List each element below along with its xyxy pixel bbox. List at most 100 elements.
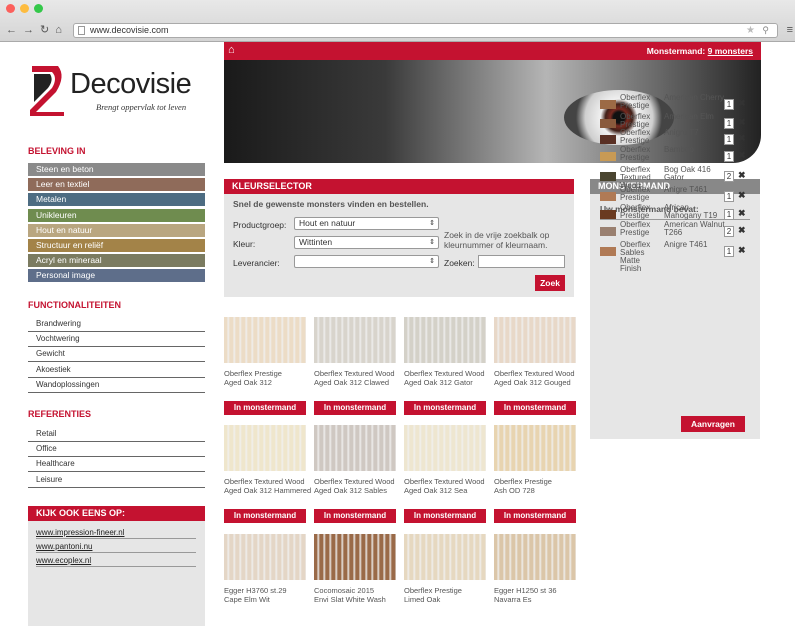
remove-icon[interactable]: ✖ (738, 225, 746, 236)
swatch (600, 100, 616, 109)
add-to-monstermand-button[interactable]: In monstermand (224, 509, 306, 523)
remove-icon[interactable]: ✖ (738, 208, 746, 219)
product-line2: Aged Oak 312 Sables (314, 486, 387, 495)
aanvragen-button[interactable]: Aanvragen (681, 416, 745, 432)
back-arrow-icon[interactable]: ← (6, 25, 17, 36)
forward-arrow-icon[interactable]: → (23, 25, 34, 36)
zoek-button[interactable]: Zoek (535, 275, 565, 291)
add-to-monstermand-button[interactable]: In monstermand (314, 401, 396, 415)
product-line: Oberflex Prestige (620, 145, 651, 162)
magnify-icon[interactable]: ⚲ (762, 24, 769, 37)
category-item[interactable]: Hout en natuur (28, 223, 205, 237)
page-icon (78, 26, 85, 35)
kijk-link[interactable]: www.ecoplex.nl (36, 556, 91, 565)
monstermand-link[interactable]: Monstermand: 9 monsters (647, 46, 753, 56)
quantity-input[interactable]: 1 (724, 191, 734, 202)
category-item[interactable]: Personal image (28, 269, 205, 283)
quantity-input[interactable]: 2 (724, 226, 734, 237)
category-item[interactable]: Metalen (28, 193, 205, 207)
swatch (600, 210, 616, 219)
functionaliteit-item[interactable]: Brandwering (28, 317, 205, 332)
quantity-input[interactable]: 2 (724, 171, 734, 182)
product-swatch[interactable] (314, 425, 396, 471)
category-item[interactable]: Unikleuren (28, 208, 205, 222)
functionaliteit-item[interactable]: Vochtwering (28, 332, 205, 348)
zoeken-input[interactable] (478, 255, 565, 268)
product-line1: Oberflex Textured Wood (494, 369, 575, 378)
category-item[interactable]: Steen en beton (28, 163, 205, 176)
home-icon[interactable]: ⌂ (55, 25, 62, 36)
leverancier-select[interactable]: ⇕ (294, 255, 439, 268)
product-line2: Limed Oak (404, 595, 441, 604)
product-swatch[interactable] (494, 425, 576, 471)
add-to-monstermand-button[interactable]: In monstermand (404, 401, 486, 415)
quantity-input[interactable]: 1 (724, 209, 734, 220)
functionaliteit-item[interactable]: Akoestiek (28, 363, 205, 378)
referentie-item[interactable]: Office (28, 442, 205, 458)
referentie-item[interactable]: Leisure (28, 473, 205, 488)
quantity-input[interactable]: 1 (724, 118, 734, 129)
category-item[interactable]: Acryl en mineraal (28, 254, 205, 268)
productgroep-select[interactable]: Hout en natuur ⇕ (294, 217, 439, 230)
kleur-value: Wittinten (299, 237, 333, 247)
quantity-input[interactable]: 1 (724, 99, 734, 110)
remove-icon[interactable]: ✖ (738, 170, 746, 181)
remove-icon[interactable]: ✖ (738, 98, 746, 109)
product-line2: Envi Slat White Wash (314, 595, 386, 604)
home-icon[interactable]: ⌂ (228, 44, 235, 56)
zoom-window-button[interactable] (34, 4, 43, 13)
product-line1: Oberflex Prestige (404, 586, 462, 595)
remove-icon[interactable]: ✖ (738, 245, 746, 256)
add-to-monstermand-button[interactable]: In monstermand (314, 509, 396, 523)
product-name: Bog Oak 416 Gator (664, 165, 711, 182)
logo-tagline: Brengt oppervlak tot leven (96, 102, 187, 112)
logo[interactable]: Decovisie Brengt oppervlak tot leven (28, 62, 208, 122)
product-swatch[interactable] (224, 317, 306, 363)
product-swatch[interactable] (404, 534, 486, 580)
monstermand-count[interactable]: 9 monsters (708, 46, 753, 56)
reload-icon[interactable]: ↻ (40, 25, 49, 36)
kleur-select[interactable]: Wittinten ⇕ (294, 236, 439, 249)
product-line2: Cape Elm Wit (224, 595, 270, 604)
menu-icon[interactable]: ≡ (787, 24, 793, 36)
product-swatch[interactable] (314, 534, 396, 580)
functionaliteit-item[interactable]: Wandoplossingen (28, 378, 205, 393)
bookmark-star-icon[interactable]: ★ (746, 24, 755, 37)
quantity-input[interactable]: 1 (724, 134, 734, 145)
remove-icon[interactable]: ✖ (738, 190, 746, 201)
product-line2: Aged Oak 312 Gouged (494, 378, 571, 387)
product-swatch[interactable] (494, 534, 576, 580)
remove-icon[interactable]: ✖ (738, 117, 746, 128)
search-note: Zoek in de vrije zoekbalk op kleurnummer… (444, 230, 550, 250)
product-line1: Egger H1250 st 36 (494, 586, 557, 595)
referentie-item[interactable]: Healthcare (28, 457, 205, 473)
add-to-monstermand-button[interactable]: In monstermand (494, 401, 576, 415)
add-to-monstermand-button[interactable]: In monstermand (404, 509, 486, 523)
referentie-item[interactable]: Retail (28, 427, 205, 442)
product-swatch[interactable] (224, 425, 306, 471)
product-swatch[interactable] (494, 317, 576, 363)
product-line2: Aged Oak 312 Gator (404, 378, 473, 387)
product-swatch[interactable] (314, 317, 396, 363)
kijk-link[interactable]: www.impression-fineer.nl (36, 528, 124, 537)
minimize-window-button[interactable] (20, 4, 29, 13)
product-line1: Oberflex Textured Wood (224, 477, 305, 486)
kijk-link[interactable]: www.pantoni.nu (36, 542, 92, 551)
remove-icon[interactable]: ✖ (738, 150, 746, 161)
address-bar[interactable]: www.decovisie.com ★ ⚲ (73, 23, 778, 38)
category-item[interactable]: Leer en textiel (28, 178, 205, 192)
add-to-monstermand-button[interactable]: In monstermand (224, 401, 306, 415)
functionaliteit-item[interactable]: Gewicht (28, 347, 205, 363)
category-item[interactable]: Structuur en reliëf (28, 239, 205, 252)
product-swatch[interactable] (404, 317, 486, 363)
product-line1: Oberflex Prestige (224, 369, 282, 378)
quantity-input[interactable]: 1 (724, 246, 734, 257)
url-text: www.decovisie.com (90, 25, 169, 35)
add-to-monstermand-button[interactable]: In monstermand (494, 509, 576, 523)
product-swatch[interactable] (224, 534, 306, 580)
close-window-button[interactable] (6, 4, 15, 13)
quantity-input[interactable]: 1 (724, 151, 734, 162)
logo-brand: Decovisie (70, 68, 192, 100)
product-swatch[interactable] (404, 425, 486, 471)
remove-icon[interactable]: ✖ (738, 133, 746, 144)
